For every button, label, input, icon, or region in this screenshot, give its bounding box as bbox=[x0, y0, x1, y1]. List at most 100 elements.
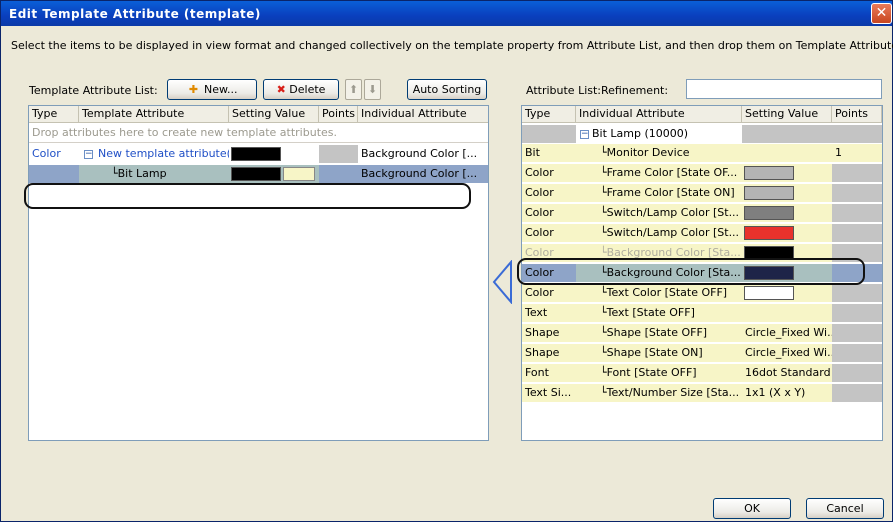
template-attribute-table[interactable]: Type Template Attribute Setting Value Po… bbox=[28, 105, 489, 441]
attr-row-type[interactable]: Shape bbox=[522, 324, 576, 343]
close-icon[interactable]: ✕ bbox=[871, 3, 892, 24]
attr-row-type[interactable]: Color bbox=[522, 224, 576, 243]
attr-row-value[interactable] bbox=[742, 224, 832, 243]
template-subrow-attribute[interactable]: └Bit Lamp bbox=[79, 165, 229, 184]
attr-row-name[interactable]: └Switch/Lamp Color [St... bbox=[576, 224, 742, 243]
tree-branch-icon: └ bbox=[600, 166, 607, 179]
attr-row-points bbox=[832, 324, 882, 343]
template-attribute-list-label: Template Attribute List: bbox=[29, 84, 158, 97]
template-subrow-individual[interactable]: Background Color [... bbox=[358, 165, 488, 184]
attr-row-name[interactable]: └Frame Color [State ON] bbox=[576, 184, 742, 203]
attr-row-points bbox=[832, 204, 882, 223]
cancel-button[interactable]: Cancel bbox=[806, 498, 884, 519]
delete-button[interactable]: ✖ Delete bbox=[263, 79, 339, 100]
color-swatch bbox=[744, 186, 794, 200]
col-header-setting-value[interactable]: Setting Value bbox=[229, 106, 319, 123]
template-row-attribute[interactable]: New template attribute(... bbox=[95, 145, 229, 164]
template-row-points bbox=[319, 145, 358, 164]
attr-row-name[interactable]: └Frame Color [State OF... bbox=[576, 164, 742, 183]
attr-row-points bbox=[832, 304, 882, 323]
ok-button[interactable]: OK bbox=[713, 498, 791, 519]
attr-row-type[interactable]: Font bbox=[522, 364, 576, 383]
attr-row-name[interactable]: └Text/Number Size [Sta... bbox=[576, 384, 742, 403]
attr-row-points bbox=[832, 344, 882, 363]
attr-row-type[interactable]: Shape bbox=[522, 344, 576, 363]
template-row-setting-value[interactable] bbox=[229, 145, 319, 164]
attr-row-type[interactable]: Color bbox=[522, 164, 576, 183]
attr-row-value[interactable] bbox=[742, 304, 832, 323]
template-subrow-setting-value[interactable] bbox=[229, 165, 319, 184]
drop-hint: Drop attributes here to create new templ… bbox=[29, 124, 488, 143]
auto-sorting-button[interactable]: Auto Sorting bbox=[407, 79, 487, 100]
tree-branch-icon: └ bbox=[600, 146, 607, 159]
attr-row-value[interactable]: 16dot Standard bbox=[742, 364, 832, 383]
attr-row-name[interactable]: └Text Color [State OFF] bbox=[576, 284, 742, 303]
yellow-swatch bbox=[283, 167, 315, 181]
attribute-list-label: Attribute List: bbox=[526, 84, 602, 97]
col-header-points[interactable]: Points bbox=[832, 106, 882, 123]
col-header-individual-attribute[interactable]: Individual Attribute bbox=[358, 106, 488, 123]
attr-row-value[interactable] bbox=[742, 284, 832, 303]
color-swatch bbox=[744, 166, 794, 180]
attr-row-points[interactable]: 1 bbox=[832, 144, 882, 163]
tree-branch-icon: └ bbox=[600, 346, 607, 359]
attr-row-type[interactable]: Color bbox=[522, 204, 576, 223]
attr-row-name[interactable]: └Font [State OFF] bbox=[576, 364, 742, 383]
drop-target-callout bbox=[24, 183, 471, 209]
instruction-text: Select the items to be displayed in view… bbox=[11, 39, 893, 52]
attr-row-points bbox=[832, 284, 882, 303]
attr-row-name[interactable]: └Shape [State ON] bbox=[576, 344, 742, 363]
tree-branch-icon: └ bbox=[600, 286, 607, 299]
window-title: Edit Template Attribute (template) bbox=[9, 7, 261, 21]
root-row-points bbox=[832, 125, 882, 144]
attr-row-points bbox=[832, 224, 882, 243]
tree-branch-icon: └ bbox=[111, 167, 118, 180]
move-down-button[interactable]: ⬇ bbox=[364, 79, 381, 100]
tree-branch-icon: └ bbox=[600, 326, 607, 339]
attr-row-type[interactable]: Color bbox=[522, 284, 576, 303]
template-row-type[interactable]: Color bbox=[29, 145, 79, 164]
attr-row-name[interactable]: └Shape [State OFF] bbox=[576, 324, 742, 343]
template-row-individual[interactable]: Background Color [... bbox=[358, 145, 488, 164]
col-header-setting-value[interactable]: Setting Value bbox=[742, 106, 832, 123]
color-swatch bbox=[744, 206, 794, 220]
refinement-input[interactable] bbox=[686, 79, 882, 99]
col-header-type[interactable]: Type bbox=[522, 106, 576, 123]
new-button[interactable]: ✚ New... bbox=[167, 79, 257, 100]
attr-row-points bbox=[832, 384, 882, 403]
col-header-individual-attribute[interactable]: Individual Attribute bbox=[576, 106, 742, 123]
tree-branch-icon: └ bbox=[600, 306, 607, 319]
attr-row-type[interactable]: Color bbox=[522, 184, 576, 203]
collapse-icon[interactable]: − bbox=[84, 150, 93, 159]
attr-row-type[interactable]: Bit bbox=[522, 144, 576, 163]
root-row-value bbox=[742, 125, 832, 144]
col-header-type[interactable]: Type bbox=[29, 106, 79, 123]
attr-row-name[interactable]: └Text [State OFF] bbox=[576, 304, 742, 323]
refinement-label: Refinement: bbox=[601, 84, 669, 97]
selected-attribute-callout bbox=[517, 258, 865, 285]
root-row-attribute[interactable]: − Bit Lamp (10000) bbox=[576, 125, 742, 144]
attr-row-type[interactable]: Text Si... bbox=[522, 384, 576, 403]
tree-branch-icon: └ bbox=[600, 206, 607, 219]
tree-branch-icon: └ bbox=[600, 366, 607, 379]
attr-row-name[interactable]: └Switch/Lamp Color [St... bbox=[576, 204, 742, 223]
move-up-button[interactable]: ⬆ bbox=[345, 79, 362, 100]
collapse-icon[interactable]: − bbox=[580, 130, 589, 139]
attr-row-value[interactable]: Circle_Fixed Wi... bbox=[742, 324, 832, 343]
tree-branch-icon: └ bbox=[600, 386, 607, 399]
attr-row-type[interactable]: Text bbox=[522, 304, 576, 323]
delete-x-icon: ✖ bbox=[276, 83, 286, 96]
plus-icon: ✚ bbox=[188, 83, 199, 96]
tree-branch-icon: └ bbox=[600, 226, 607, 239]
attr-row-value[interactable] bbox=[742, 184, 832, 203]
template-subrow-type[interactable] bbox=[29, 165, 79, 184]
attr-row-points bbox=[832, 364, 882, 383]
attr-row-value[interactable] bbox=[742, 164, 832, 183]
attr-row-value[interactable]: Circle_Fixed Wi... bbox=[742, 344, 832, 363]
attr-row-value[interactable]: 1x1 (X x Y) bbox=[742, 384, 832, 403]
col-header-template-attribute[interactable]: Template Attribute bbox=[79, 106, 229, 123]
col-header-points[interactable]: Points bbox=[319, 106, 358, 123]
attr-row-value[interactable] bbox=[742, 144, 832, 163]
attr-row-value[interactable] bbox=[742, 204, 832, 223]
attr-row-name[interactable]: └Monitor Device bbox=[576, 144, 742, 163]
